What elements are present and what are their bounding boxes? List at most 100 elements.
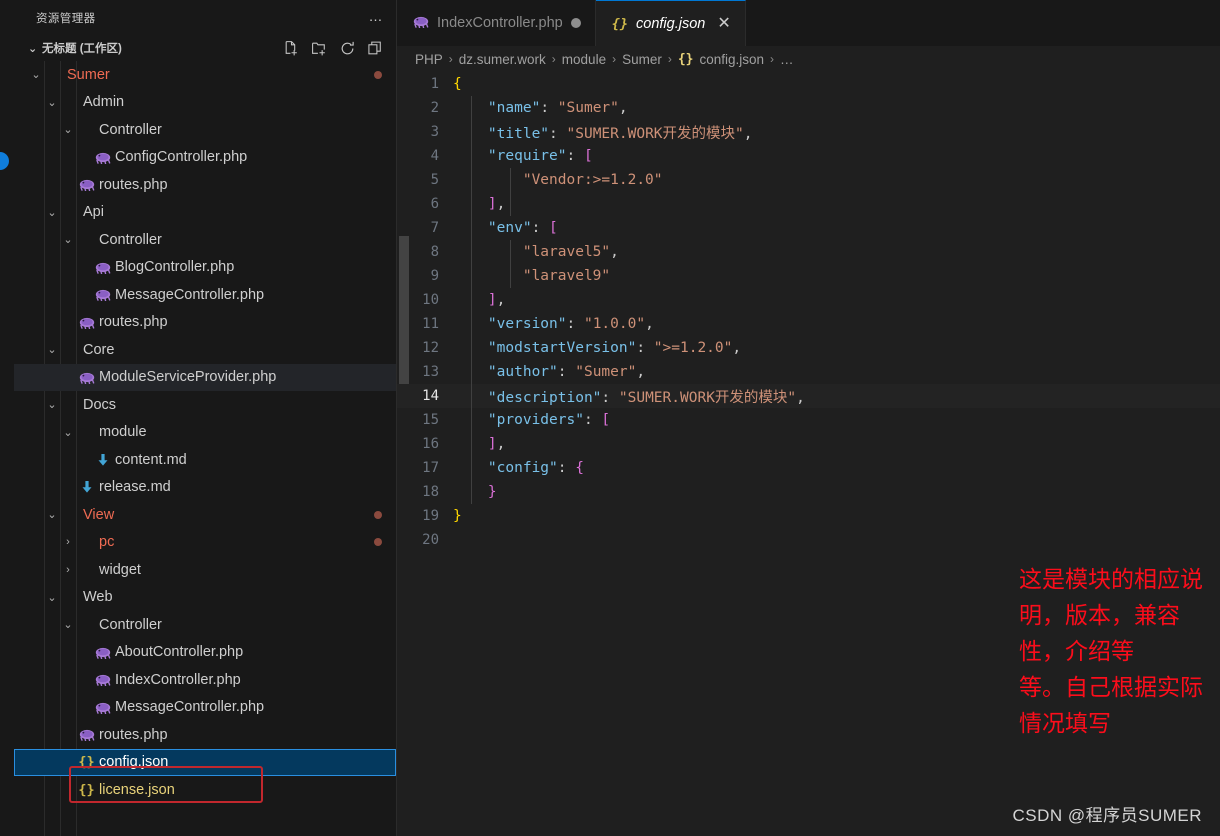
code-line[interactable]: 14 "description": "SUMER.WORK开发的模块", <box>397 384 1220 408</box>
tree-row-routes-php[interactable]: routes.php <box>14 721 396 749</box>
tree-row-aboutcontroller-php[interactable]: AboutController.php <box>14 639 396 667</box>
tree-row-routes-php[interactable]: routes.php <box>14 309 396 337</box>
chevron-right-icon[interactable]: › <box>60 536 76 548</box>
tree-row-pc[interactable]: › pc <box>14 529 396 557</box>
breadcrumb-item[interactable]: Sumer <box>622 52 662 67</box>
tree-row-content-md[interactable]: content.md <box>14 446 396 474</box>
line-content: } <box>453 508 462 524</box>
line-number: 4 <box>430 148 439 164</box>
tree-row-docs[interactable]: ⌄ Docs <box>14 391 396 419</box>
chevron-down-icon[interactable]: ⌄ <box>28 68 44 81</box>
chevron-down-icon[interactable]: ⌄ <box>44 343 60 356</box>
vscode-window: 资源管理器 … ⌄ 无标题 (工作区) ⌄ Sumer ⌄ Admin ⌄ Co… <box>0 0 1220 836</box>
chevron-down-icon[interactable]: ⌄ <box>60 123 76 136</box>
tree-row-routes-php[interactable]: routes.php <box>14 171 396 199</box>
tree-row-api[interactable]: ⌄ Api <box>14 199 396 227</box>
tree-row-controller[interactable]: ⌄ Controller <box>14 611 396 639</box>
tree-row-label: Controller <box>99 121 162 138</box>
tree-row-controller[interactable]: ⌄ Controller <box>14 226 396 254</box>
code-line[interactable]: 1{ <box>397 72 1220 96</box>
chevron-down-icon[interactable]: ⌄ <box>44 591 60 604</box>
tree-row-label: BlogController.php <box>115 259 235 276</box>
editor-tab-config-json[interactable]: {} config.json ✕ <box>595 0 746 46</box>
chevron-down-icon[interactable]: ⌄ <box>44 96 60 109</box>
line-content: ], <box>487 196 506 212</box>
watermark: CSDN @程序员SUMER <box>1012 806 1202 825</box>
tree-row-web[interactable]: ⌄ Web <box>14 584 396 612</box>
tree-row-configcontroller-php[interactable]: ConfigController.php <box>14 144 396 172</box>
code-line[interactable]: 15 "providers": [ <box>397 408 1220 432</box>
code-line[interactable]: 17 "config": { <box>397 456 1220 480</box>
breadcrumb-separator: › <box>612 52 617 66</box>
tree-row-widget[interactable]: › widget <box>14 556 396 584</box>
breadcrumb-item[interactable]: dz.sumer.work <box>459 52 546 67</box>
chevron-down-icon[interactable]: ⌄ <box>44 398 60 411</box>
chevron-down-icon[interactable]: ⌄ <box>60 233 76 246</box>
tree-row-config-json[interactable]: {} config.json <box>14 748 396 776</box>
sidebar-scrollbar[interactable] <box>399 236 409 384</box>
code-line[interactable]: 6 ], <box>397 192 1220 216</box>
close-icon[interactable]: ✕ <box>713 15 730 32</box>
file-tree[interactable]: ⌄ Sumer ⌄ Admin ⌄ Controller ConfigController.… <box>14 61 396 836</box>
code-line[interactable]: 12 "modstartVersion": ">=1.2.0", <box>397 336 1220 360</box>
chevron-down-icon[interactable]: ⌄ <box>60 618 76 631</box>
breadcrumb-separator: › <box>770 52 775 66</box>
explorer-more-actions-icon[interactable]: … <box>369 8 385 28</box>
tree-row-label: pc <box>99 534 115 551</box>
code-line[interactable]: 7 "env": [ <box>397 216 1220 240</box>
line-number: 16 <box>422 436 439 452</box>
tree-row-messagecontroller-php[interactable]: MessageController.php <box>14 281 396 309</box>
tree-row-release-md[interactable]: release.md <box>14 474 396 502</box>
code-line[interactable]: 2 "name": "Sumer", <box>397 96 1220 120</box>
refresh-icon[interactable] <box>339 40 356 57</box>
breadcrumb-item[interactable]: module <box>562 52 606 67</box>
tree-row-indexcontroller-php[interactable]: IndexController.php <box>14 666 396 694</box>
chevron-down-icon[interactable]: ⌄ <box>28 42 42 55</box>
markdown-file-icon <box>76 480 97 494</box>
line-content: ], <box>487 292 506 308</box>
tree-row-controller[interactable]: ⌄ Controller <box>14 116 396 144</box>
workspace-root-row[interactable]: ⌄ 无标题 (工作区) <box>14 35 396 61</box>
tree-row-moduleserviceprovider-php[interactable]: ModuleServiceProvider.php <box>14 363 396 391</box>
code-line[interactable]: 4 "require": [ <box>397 144 1220 168</box>
chevron-down-icon[interactable]: ⌄ <box>44 206 60 219</box>
chevron-right-icon[interactable]: › <box>60 564 76 576</box>
tree-row-view[interactable]: ⌄ View <box>14 501 396 529</box>
tree-row-blogcontroller-php[interactable]: BlogController.php <box>14 254 396 282</box>
line-number: 2 <box>430 100 439 116</box>
collapse-all-icon[interactable] <box>367 40 384 57</box>
editor-tab-indexcontroller-php[interactable]: IndexController.php <box>397 0 596 46</box>
tree-row-module[interactable]: ⌄ module <box>14 419 396 447</box>
code-line[interactable]: 8 "laravel5", <box>397 240 1220 264</box>
editor-group: IndexController.php {} config.json ✕ PHP › dz… <box>397 0 1220 836</box>
tab-label: IndexController.php <box>437 15 563 31</box>
tree-row-core[interactable]: ⌄ Core <box>14 336 396 364</box>
breadcrumb[interactable]: PHP › dz.sumer.work › module › Sumer › {} config.… <box>397 46 1220 72</box>
code-line[interactable]: 13 "author": "Sumer", <box>397 360 1220 384</box>
tree-row-admin[interactable]: ⌄ Admin <box>14 89 396 117</box>
breadcrumb-item[interactable]: PHP <box>415 52 443 67</box>
code-line[interactable]: 20 <box>397 528 1220 552</box>
code-line[interactable]: 18 } <box>397 480 1220 504</box>
breadcrumb-item[interactable]: config.json <box>700 52 765 67</box>
code-line[interactable]: 16 ], <box>397 432 1220 456</box>
code-line[interactable]: 3 "title": "SUMER.WORK开发的模块", <box>397 120 1220 144</box>
line-number: 1 <box>430 76 439 92</box>
breadcrumb-item[interactable]: … <box>780 52 794 67</box>
chevron-down-icon[interactable]: ⌄ <box>44 508 60 521</box>
code-line[interactable]: 9 "laravel9" <box>397 264 1220 288</box>
annotation-text: 这是模块的相应说明，版本，兼容性，介绍等 等。自己根据实际情况填写 <box>1019 567 1203 737</box>
explorer-title: 资源管理器 <box>36 12 96 25</box>
chevron-down-icon[interactable]: ⌄ <box>60 426 76 439</box>
new-folder-icon[interactable] <box>311 40 328 57</box>
tree-row-license-json[interactable]: {} license.json <box>14 776 396 804</box>
tree-row-messagecontroller-php[interactable]: MessageController.php <box>14 694 396 722</box>
code-line[interactable]: 5 "Vendor:>=1.2.0" <box>397 168 1220 192</box>
unsaved-dot-icon[interactable] <box>570 18 581 28</box>
tree-row-sumer[interactable]: ⌄ Sumer <box>14 61 396 89</box>
new-file-icon[interactable] <box>283 40 300 57</box>
code-line[interactable]: 19} <box>397 504 1220 528</box>
breadcrumb-separator: › <box>448 52 453 66</box>
code-line[interactable]: 10 ], <box>397 288 1220 312</box>
code-line[interactable]: 11 "version": "1.0.0", <box>397 312 1220 336</box>
